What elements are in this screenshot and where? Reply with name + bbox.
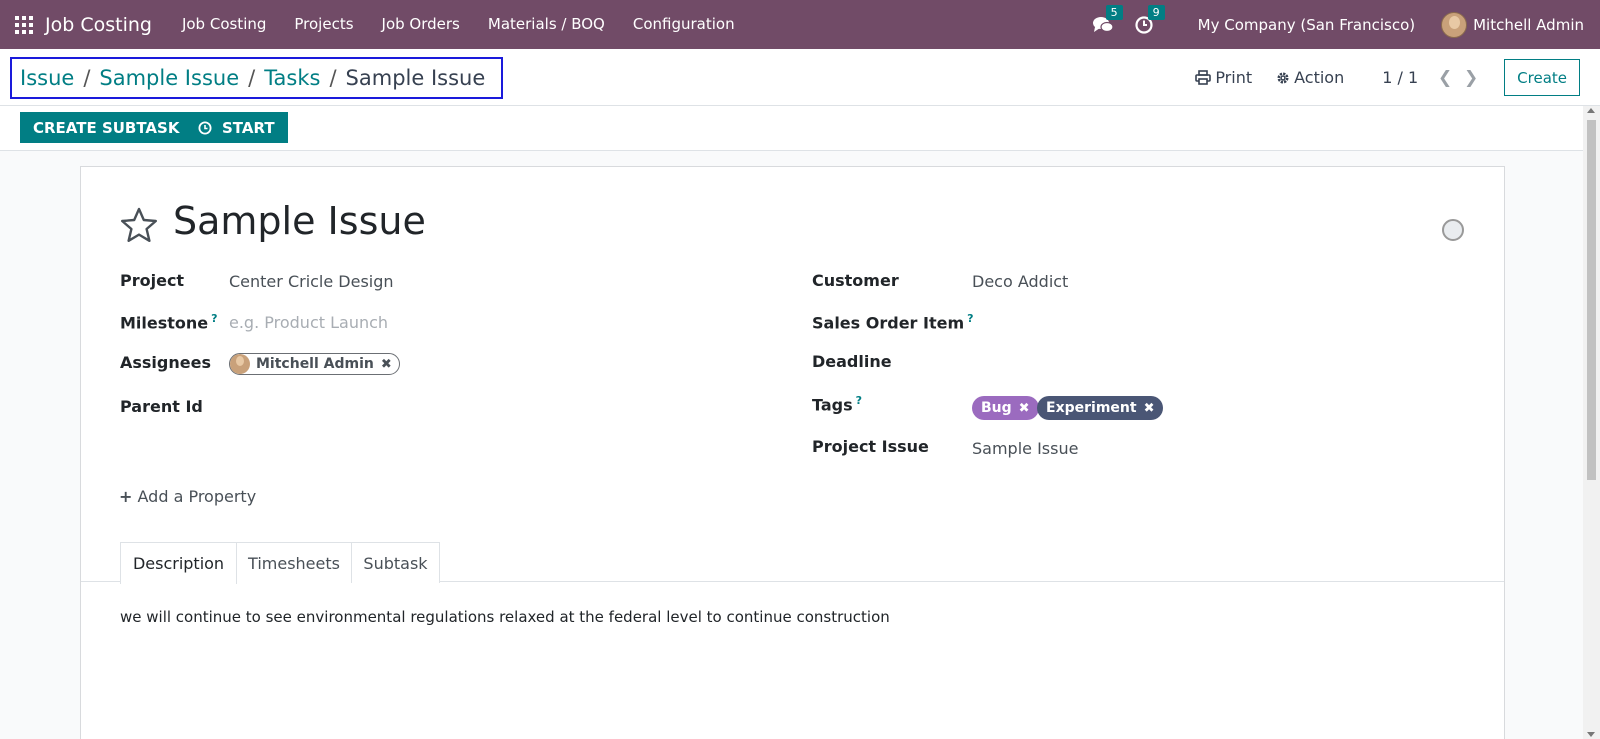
customer-field[interactable]: Deco Addict [972,272,1068,291]
systray: 5 9 My Company (San Francisco) Mitchell … [1092,0,1600,49]
tag-label: Bug [981,400,1012,416]
action-label: Action [1294,68,1345,87]
plus-icon: + [119,487,133,506]
create-subtask-label: CREATE SUBTASK [33,118,180,137]
create-subtask-button[interactable]: CREATE SUBTASK [20,112,193,143]
project-label: Project [120,271,185,290]
breadcrumb-item-tasks[interactable]: Tasks [264,66,320,90]
scroll-up-arrow-icon[interactable] [1587,108,1595,113]
remove-icon[interactable]: ✖ [1019,401,1030,416]
control-panel: Issue / Sample Issue / Tasks / Sample Is… [0,49,1600,106]
sales-order-item-label-text: Sales Order Item [812,313,965,333]
breadcrumb-current: Sample Issue [345,66,486,90]
control-panel-actions: Print Action 1 / 1 ❮ ❯ Create [1195,49,1600,106]
breadcrumb: Issue / Sample Issue / Tasks / Sample Is… [10,57,504,99]
menu-item-configuration[interactable]: Configuration [619,0,749,49]
apps-menu-icon[interactable] [15,15,33,34]
tags-label-text: Tags [812,395,853,415]
sales-order-item-label: Sales Order Item? [812,312,974,332]
pager-value[interactable]: 1 / 1 [1382,68,1418,87]
create-button[interactable]: Create [1504,59,1580,96]
printer-icon [1195,70,1212,85]
deadline-label: Deadline [812,352,892,371]
project-issue-field[interactable]: Sample Issue [972,439,1078,458]
scrollbar-thumb[interactable] [1587,120,1596,480]
menu-item-materials-boq[interactable]: Materials / BOQ [474,0,619,49]
tab-subtask[interactable]: Subtask [351,542,440,583]
help-tooltip-icon[interactable]: ? [967,312,973,325]
tags-label: Tags? [812,394,862,414]
top-navbar: Job Costing Job Costing Projects Job Ord… [0,0,1600,49]
assignee-avatar [230,354,250,374]
parent-id-label: Parent Id [120,397,203,416]
scroll-down-arrow-icon[interactable] [1587,732,1595,737]
chevron-left-icon[interactable]: ❮ [1432,68,1458,88]
milestone-label: Milestone? [120,312,218,332]
activities-button[interactable]: 9 [1134,4,1165,35]
action-button[interactable]: Action [1276,68,1344,87]
project-field[interactable]: Center Cricle Design [229,272,394,291]
remove-icon[interactable]: ✖ [381,357,392,372]
customer-label: Customer [812,271,899,290]
help-tooltip-icon[interactable]: ? [211,312,217,325]
print-button[interactable]: Print [1195,68,1252,87]
company-switcher[interactable]: My Company (San Francisco) [1198,16,1415,34]
user-avatar[interactable] [1441,11,1468,38]
milestone-field[interactable]: e.g. Product Launch [229,313,388,332]
kanban-state-indicator[interactable] [1442,219,1464,241]
assignee-name: Mitchell Admin [256,356,374,372]
breadcrumb-separator: / [329,66,337,90]
breadcrumb-item-issue[interactable]: Issue [20,66,74,90]
description-text[interactable]: we will continue to see environmental re… [120,608,890,626]
form-sheet: Sample Issue Project Center Cricle Desig… [80,166,1505,739]
gear-icon [1277,72,1289,83]
breadcrumb-item-sample-issue[interactable]: Sample Issue [99,66,239,90]
menu-item-job-orders[interactable]: Job Orders [368,0,474,49]
tag-experiment[interactable]: Experiment ✖ [1037,396,1164,420]
scrollbar[interactable] [1583,106,1600,739]
breadcrumb-separator: / [248,66,256,90]
statusbar: CREATE SUBTASK START [0,106,1600,151]
menu-item-job-costing[interactable]: Job Costing [168,0,280,49]
menu-item-projects[interactable]: Projects [280,0,367,49]
user-menu[interactable]: Mitchell Admin [1473,16,1584,34]
clock-icon [198,121,212,134]
print-label: Print [1215,68,1253,87]
help-tooltip-icon[interactable]: ? [856,394,862,407]
milestone-label-text: Milestone [120,313,209,333]
start-button[interactable]: START [182,112,288,143]
assignee-badge[interactable]: Mitchell Admin ✖ [229,353,400,375]
add-property-button[interactable]: + Add a Property [119,487,256,506]
add-property-label: Add a Property [137,487,257,506]
breadcrumb-separator: / [83,66,91,90]
messages-button[interactable]: 5 [1092,4,1123,35]
tag-label: Experiment [1046,400,1137,416]
tab-description[interactable]: Description [120,542,237,584]
chevron-right-icon[interactable]: ❯ [1458,68,1484,88]
app-brand[interactable]: Job Costing [45,14,152,36]
messages-count-badge: 5 [1105,4,1123,20]
star-icon[interactable] [120,207,158,243]
project-issue-label: Project Issue [812,437,929,456]
start-label: START [222,118,275,137]
notebook-tabs: Description Timesheets Subtask [81,542,1504,584]
main-menu: Job Costing Projects Job Orders Material… [168,0,749,49]
task-title[interactable]: Sample Issue [173,199,426,243]
activities-count-badge: 9 [1147,4,1165,20]
tag-bug[interactable]: Bug ✖ [972,396,1039,420]
tab-timesheets[interactable]: Timesheets [236,542,352,583]
remove-icon[interactable]: ✖ [1144,401,1155,416]
assignees-label: Assignees [120,353,211,372]
